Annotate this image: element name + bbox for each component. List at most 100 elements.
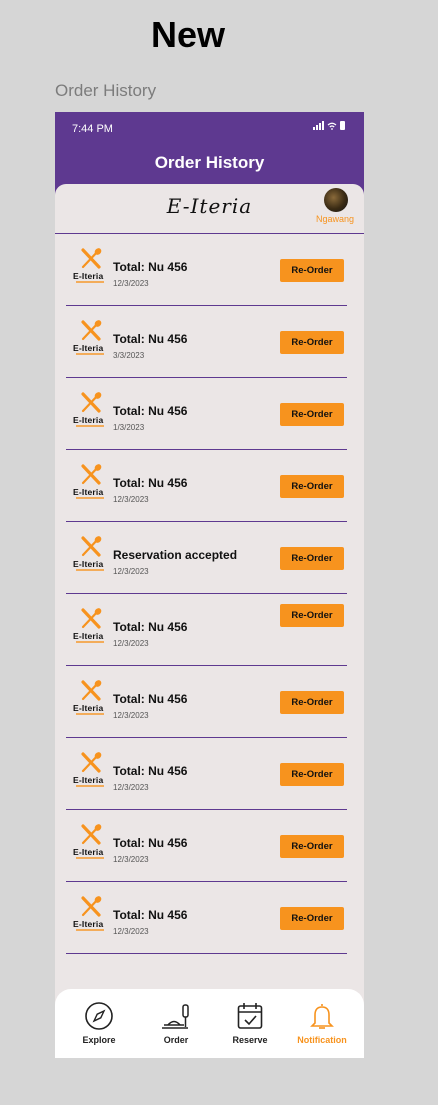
order-title: Reservation accepted <box>113 548 238 562</box>
reorder-button[interactable]: Re-Order <box>280 331 344 354</box>
nav-explore[interactable]: Explore <box>69 1001 129 1045</box>
avatar-name[interactable]: Ngawang <box>316 214 354 224</box>
logo-tagline <box>76 281 104 283</box>
utensils-icon <box>81 464 102 485</box>
bell-icon <box>310 1004 334 1029</box>
utensils-icon <box>81 392 102 413</box>
order-date: 12/3/2023 <box>113 855 149 864</box>
wifi-icon <box>327 122 337 130</box>
nav-label: Explore <box>82 1035 116 1045</box>
eiteria-logo: E-Iteria <box>73 824 107 862</box>
order-date: 12/3/2023 <box>113 495 149 504</box>
order-row[interactable]: E-Iteria Total: Nu 456 12/3/2023 Re-Order <box>66 882 347 954</box>
logo-text: E-Iteria <box>73 343 104 353</box>
logo-text: E-Iteria <box>73 919 104 929</box>
order-row[interactable]: E-Iteria Total: Nu 456 12/3/2023 Re-Order <box>66 594 347 666</box>
order-title: Total: Nu 456 <box>113 764 188 778</box>
order-date: 12/3/2023 <box>113 567 149 576</box>
reorder-button[interactable]: Re-Order <box>280 547 344 570</box>
calendar-check-icon <box>237 1003 263 1029</box>
order-date: 3/3/2023 <box>113 351 145 360</box>
order-title: Total: Nu 456 <box>113 404 188 418</box>
order-title: Total: Nu 456 <box>113 332 188 346</box>
order-title: Total: Nu 456 <box>113 692 188 706</box>
frame-label: Order History <box>55 81 157 100</box>
logo-tagline <box>76 929 104 931</box>
logo-text: E-Iteria <box>73 559 104 569</box>
order-date: 12/3/2023 <box>113 639 149 648</box>
logo-tagline <box>76 353 104 355</box>
eiteria-logo: E-Iteria <box>73 896 107 934</box>
status-time: 7:44 PM <box>72 123 113 135</box>
dish-icon <box>162 1004 189 1029</box>
order-list: E-Iteria Total: Nu 456 12/3/2023 Re-Order E-… <box>55 234 364 954</box>
page-title: Order History <box>154 153 265 172</box>
eiteria-logo: E-Iteria <box>73 536 107 574</box>
canvas-title: New <box>150 14 226 55</box>
compass-icon <box>85 1002 113 1030</box>
utensils-icon <box>81 248 102 269</box>
order-date: 12/3/2023 <box>113 927 149 936</box>
logo-tagline <box>76 785 104 787</box>
utensils-icon <box>81 752 102 773</box>
order-date: 12/3/2023 <box>113 783 149 792</box>
reorder-button[interactable]: Re-Order <box>280 691 344 714</box>
logo-text: E-Iteria <box>73 487 104 497</box>
nav-label: Order <box>163 1035 189 1045</box>
avatar[interactable] <box>324 188 348 212</box>
reorder-button[interactable]: Re-Order <box>280 907 344 930</box>
eiteria-logo: E-Iteria <box>73 392 107 430</box>
reorder-button[interactable]: Re-Order <box>280 259 344 282</box>
logo-tagline <box>76 713 104 715</box>
logo-text: E-Iteria <box>73 631 104 641</box>
order-title: Total: Nu 456 <box>113 908 188 922</box>
nav-label: Notification <box>297 1035 347 1045</box>
logo-tagline <box>76 497 104 499</box>
logo-tagline <box>76 641 104 643</box>
reorder-button[interactable]: Re-Order <box>280 403 344 426</box>
eiteria-logo: E-Iteria <box>73 752 107 790</box>
bottom-nav: Explore Order Reserve Notification <box>55 989 364 1058</box>
reorder-button[interactable]: Re-Order <box>280 763 344 786</box>
eiteria-logo: E-Iteria <box>73 680 107 718</box>
nav-notification[interactable]: Notification <box>292 1001 352 1045</box>
utensils-icon <box>81 608 102 629</box>
logo-text: E-Iteria <box>73 703 104 713</box>
signal-icon <box>313 121 324 130</box>
order-row[interactable]: E-Iteria Reservation accepted 12/3/2023 Re-… <box>66 522 347 594</box>
utensils-icon <box>81 320 102 341</box>
order-row[interactable]: E-Iteria Total: Nu 456 3/3/2023 Re-Order <box>66 306 347 378</box>
order-title: Total: Nu 456 <box>113 260 188 274</box>
nav-order[interactable]: Order <box>146 1001 206 1045</box>
eiteria-logo: E-Iteria <box>73 608 107 646</box>
status-icons <box>313 121 345 130</box>
eiteria-logo: E-Iteria <box>73 464 107 502</box>
order-row[interactable]: E-Iteria Total: Nu 456 1/3/2023 Re-Order <box>66 378 347 450</box>
order-row[interactable]: E-Iteria Total: Nu 456 12/3/2023 Re-Order <box>66 234 347 306</box>
order-title: Total: Nu 456 <box>113 476 188 490</box>
logo-text: E-Iteria <box>73 415 104 425</box>
utensils-icon <box>81 896 102 917</box>
utensils-icon <box>81 680 102 701</box>
logo-text: E-Iteria <box>73 271 104 281</box>
logo-tagline <box>76 569 104 571</box>
order-date: 12/3/2023 <box>113 279 149 288</box>
order-title: Total: Nu 456 <box>113 836 188 850</box>
brand-bar: E-Iteria Ngawang <box>55 184 364 234</box>
reorder-button[interactable]: Re-Order <box>280 835 344 858</box>
battery-icon <box>340 121 345 130</box>
reorder-button[interactable]: Re-Order <box>280 475 344 498</box>
order-date: 1/3/2023 <box>113 423 145 432</box>
phone-screen: 7:44 PM Order History E-Iteria Ngawang E… <box>55 112 364 1058</box>
eiteria-logo: E-Iteria <box>73 248 107 286</box>
order-row[interactable]: E-Iteria Total: Nu 456 12/3/2023 Re-Order <box>66 666 347 738</box>
eiteria-logo: E-Iteria <box>73 320 107 358</box>
nav-reserve[interactable]: Reserve <box>220 1001 280 1045</box>
order-row[interactable]: E-Iteria Total: Nu 456 12/3/2023 Re-Order <box>66 738 347 810</box>
order-row[interactable]: E-Iteria Total: Nu 456 12/3/2023 Re-Order <box>66 450 347 522</box>
order-row[interactable]: E-Iteria Total: Nu 456 12/3/2023 Re-Order <box>66 810 347 882</box>
nav-label: Reserve <box>232 1035 268 1045</box>
logo-text: E-Iteria <box>73 847 104 857</box>
reorder-button[interactable]: Re-Order <box>280 604 344 627</box>
logo-tagline <box>76 425 104 427</box>
